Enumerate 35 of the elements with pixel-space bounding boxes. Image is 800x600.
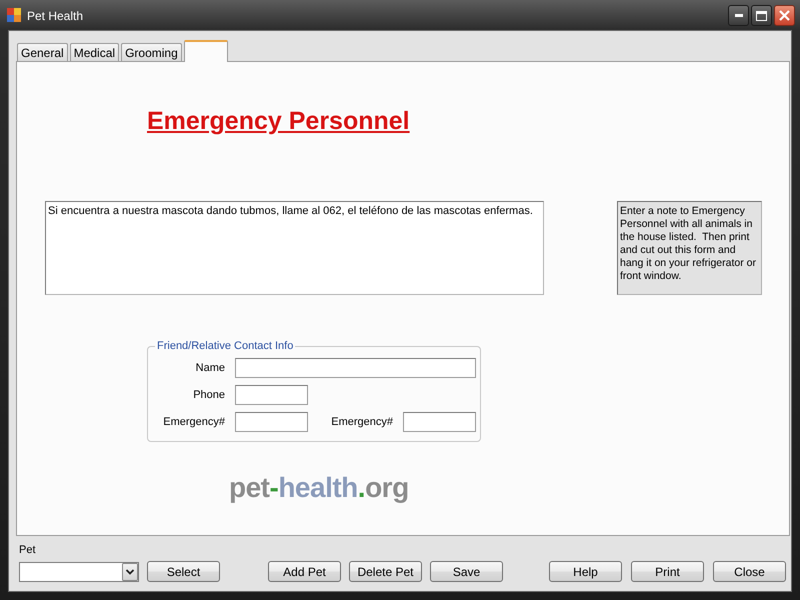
maximize-icon	[756, 10, 767, 20]
close-icon	[779, 10, 790, 21]
text-input[interactable]	[235, 412, 308, 432]
dialog-button[interactable]: Print	[631, 561, 704, 582]
dialog-button[interactable]: Close	[713, 561, 786, 582]
page-heading: Emergency Personnel	[147, 106, 410, 136]
tab[interactable]: General	[17, 43, 68, 61]
caret-icon	[122, 562, 138, 580]
minimize-icon	[734, 14, 742, 17]
instructions-text: Enter a note to Emergency Personnel with all animals in the house listed. Then print and cut out this form and hang it on your refrigerator or front window.	[617, 201, 762, 295]
group-title: Friend/Relative Contact Info	[156, 340, 294, 352]
field-label: Phone	[192, 389, 225, 401]
note-field[interactable]: Si encuentra a nuestra mascota dando tubmos, llame al 062, el teléfono de las mascotas enfermas.	[45, 201, 544, 295]
pet-dropdown[interactable]	[19, 562, 139, 582]
field-label: Emergency#	[330, 416, 393, 428]
text-input[interactable]	[403, 412, 476, 432]
field-label: Emergency#	[162, 416, 225, 428]
text-input[interactable]	[235, 385, 308, 405]
action-button[interactable]: Delete Pet	[349, 561, 422, 582]
text-input[interactable]	[235, 358, 476, 378]
tab[interactable]: Medical	[70, 43, 120, 61]
maximize-button[interactable]	[751, 5, 772, 26]
logo: pet-health.org	[229, 471, 409, 505]
tab[interactable]	[184, 40, 228, 62]
pet-label: Pet	[19, 544, 36, 557]
select-button[interactable]: Select	[147, 561, 220, 582]
action-button[interactable]: Add Pet	[268, 561, 341, 582]
minimize-button[interactable]	[728, 5, 749, 26]
tab[interactable]: Grooming	[121, 43, 182, 61]
window-title: Pet Health	[27, 9, 84, 23]
dialog-button[interactable]: Help	[549, 561, 622, 582]
close-button[interactable]	[774, 5, 795, 26]
action-button[interactable]: Save	[430, 561, 503, 582]
app-icon	[7, 8, 21, 22]
field-label: Name	[194, 362, 225, 374]
